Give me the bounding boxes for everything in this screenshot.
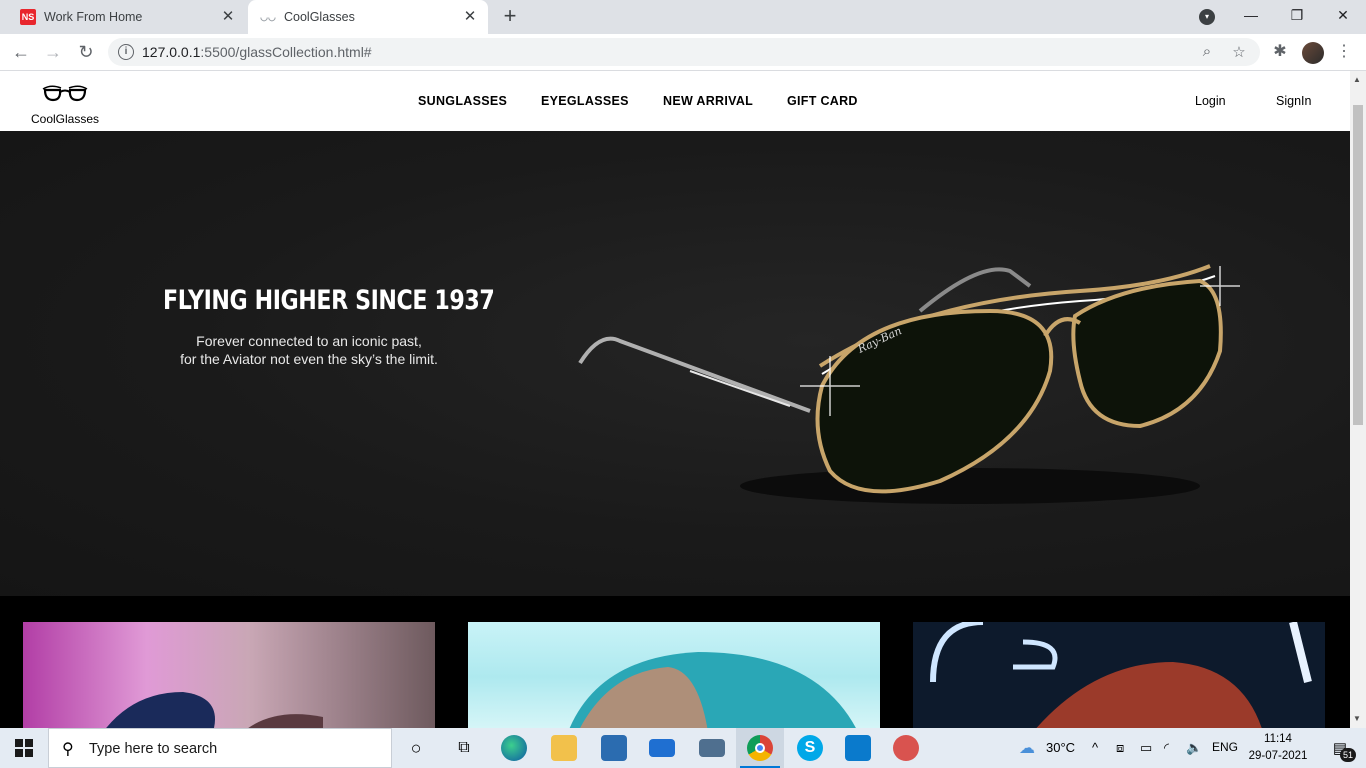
scroll-up-icon[interactable]: ▲	[1353, 75, 1361, 84]
scroll-down-icon[interactable]: ▼	[1353, 714, 1361, 723]
nav-gift-card[interactable]: GIFT CARD	[787, 94, 858, 108]
login-link[interactable]: Login	[1195, 94, 1226, 108]
card-photo-image	[930, 622, 1312, 728]
mail-app-icon[interactable]	[638, 728, 686, 768]
minimize-button[interactable]: —	[1228, 0, 1274, 34]
collection-card[interactable]	[468, 622, 880, 728]
browser-tabstrip: NS Work From Home ✕ ◡◡ CoolGlasses ✕ + ▾…	[0, 0, 1366, 34]
store-app-icon[interactable]	[590, 728, 638, 768]
restore-button[interactable]: ❐	[1274, 0, 1320, 34]
collection-card[interactable]	[23, 622, 435, 728]
logo-text: CoolGlasses	[30, 112, 100, 126]
nav-eyeglasses[interactable]: EYEGLASSES	[541, 94, 629, 108]
battery-icon[interactable]: ▭	[1140, 740, 1152, 756]
url-host: 127.0.0.1	[142, 44, 201, 60]
remote-app-icon[interactable]	[688, 728, 736, 768]
page-scrollbar[interactable]: ▲ ▼	[1350, 71, 1366, 728]
taskbar-search-input[interactable]: ⚲ Type here to search	[48, 728, 392, 768]
wifi-icon[interactable]: ◜	[1164, 740, 1169, 756]
reload-icon[interactable]: ↻	[74, 40, 98, 64]
snipping-tool-icon[interactable]	[882, 728, 930, 768]
hero-subtitle-line2: for the Aviator not even the sky’s the l…	[180, 351, 438, 367]
site-header: CoolGlasses SUNGLASSES EYEGLASSES NEW AR…	[0, 71, 1350, 131]
collection-card[interactable]	[913, 622, 1325, 728]
weather-temp[interactable]: 30°C	[1046, 740, 1075, 755]
zoom-icon[interactable]: ⌕	[1198, 43, 1216, 60]
skype-app-icon[interactable]: S	[786, 728, 834, 768]
profile-avatar[interactable]	[1302, 42, 1324, 64]
meet-now-icon[interactable]: ⧈	[1116, 740, 1124, 756]
windows-logo-icon	[15, 739, 33, 757]
extensions-puzzle-icon[interactable]: ✱	[1268, 40, 1292, 64]
browser-toolbar: ← → ↻ i 127.0.0.1:5500/glassCollection.h…	[0, 34, 1366, 71]
windows-taskbar: ⚲ Type here to search ○ ⧉ S ☁ 30°C ^ ⧈ ▭…	[0, 728, 1366, 768]
hero-subtitle: Forever connected to an iconic past, for…	[150, 332, 468, 368]
file-explorer-icon[interactable]	[540, 728, 588, 768]
clock-time: 11:14	[1264, 733, 1292, 745]
collection-cards	[0, 596, 1350, 728]
search-placeholder: Type here to search	[89, 741, 218, 757]
close-window-button[interactable]: ✕	[1320, 0, 1366, 34]
weather-cloud-icon[interactable]: ☁	[1012, 728, 1042, 768]
menu-kebab-icon[interactable]: ⋮	[1332, 40, 1356, 64]
forward-arrow-icon[interactable]: →	[41, 40, 65, 64]
site-info-icon[interactable]: i	[118, 44, 134, 60]
notification-count-badge: 51	[1340, 748, 1356, 762]
scrollbar-thumb[interactable]	[1353, 105, 1363, 425]
close-tab-icon[interactable]: ✕	[220, 9, 236, 25]
vscode-app-icon[interactable]	[834, 728, 882, 768]
edge-app-icon[interactable]	[490, 728, 538, 768]
volume-icon[interactable]: 🔈	[1186, 740, 1202, 756]
tab-search-icon[interactable]: ▾	[1199, 9, 1215, 25]
url-text[interactable]: 127.0.0.1:5500/glassCollection.html#	[142, 44, 372, 60]
tab-work-from-home[interactable]: NS Work From Home ✕	[8, 0, 246, 34]
clock-date: 29-07-2021	[1248, 750, 1308, 762]
hero-title: FLYING HIGHER SINCE 1937	[163, 285, 495, 316]
bookmark-star-icon[interactable]: ☆	[1230, 43, 1248, 61]
signin-link[interactable]: SignIn	[1276, 94, 1311, 108]
taskbar-clock[interactable]: 11:14 29-07-2021	[1248, 731, 1308, 765]
new-tab-button[interactable]: +	[498, 5, 522, 29]
web-page: CoolGlasses SUNGLASSES EYEGLASSES NEW AR…	[0, 71, 1350, 728]
aviator-sunglasses-image: Ray-Ban	[578, 264, 1240, 504]
language-indicator[interactable]: ENG	[1212, 740, 1238, 754]
notification-center-icon[interactable]: ▤ 51	[1320, 728, 1360, 768]
search-icon: ⚲	[62, 741, 74, 758]
hero-subtitle-line1: Forever connected to an iconic past,	[196, 333, 422, 349]
url-path: :5500/glassCollection.html#	[200, 44, 372, 60]
site-logo[interactable]: CoolGlasses	[30, 81, 100, 126]
chrome-app-icon[interactable]	[736, 728, 784, 768]
nav-new-arrival[interactable]: NEW ARRIVAL	[663, 94, 753, 108]
glasses-favicon-icon: ◡◡	[260, 11, 276, 22]
task-view-icon[interactable]: ⧉	[442, 728, 486, 768]
close-tab-icon[interactable]: ✕	[462, 9, 478, 25]
card-photo-image	[106, 692, 323, 728]
card-photo-image	[569, 652, 856, 728]
back-arrow-icon[interactable]: ←	[9, 40, 33, 64]
tab-title: Work From Home	[44, 10, 143, 24]
tab-title: CoolGlasses	[284, 10, 355, 24]
cortana-icon[interactable]: ○	[394, 728, 438, 768]
nav-sunglasses[interactable]: SUNGLASSES	[418, 94, 507, 108]
start-button[interactable]	[0, 728, 48, 768]
ns-favicon-icon: NS	[20, 9, 36, 25]
address-bar[interactable]: i 127.0.0.1:5500/glassCollection.html# ⌕…	[108, 38, 1260, 66]
show-hidden-icons-chevron-icon[interactable]: ^	[1092, 740, 1098, 755]
tab-coolglasses[interactable]: ◡◡ CoolGlasses ✕	[248, 0, 488, 34]
glasses-logo-icon	[42, 85, 88, 102]
hero-banner: FLYING HIGHER SINCE 1937 Forever connect…	[0, 131, 1350, 596]
